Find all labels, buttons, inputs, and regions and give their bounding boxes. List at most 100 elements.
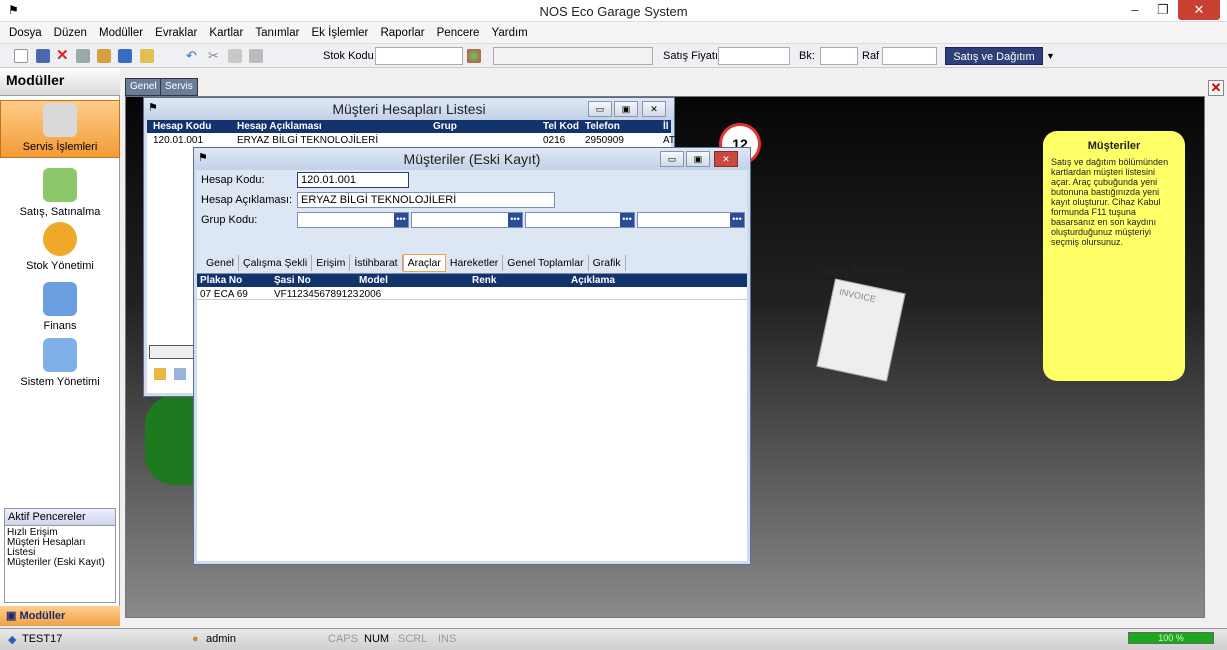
copy-record-icon[interactable]: [174, 368, 186, 380]
card-icon[interactable]: [118, 49, 132, 63]
menu-pencere[interactable]: Pencere: [437, 22, 480, 44]
stok-kodu-input[interactable]: [375, 47, 463, 65]
open-folder-icon[interactable]: [154, 368, 166, 380]
satis-faturasi-title[interactable]: Satış Faturası: [818, 263, 903, 278]
tab-istihbarat[interactable]: İstihbarat: [350, 255, 403, 271]
satis-fiyati-input[interactable]: [718, 47, 790, 65]
col-il[interactable]: İl: [663, 121, 669, 132]
module-servis[interactable]: Servis İşlemleri: [0, 100, 120, 158]
module-stok[interactable]: Stok Yönetimi: [0, 220, 120, 278]
sidebar-footer[interactable]: ▣ Modüller: [0, 606, 120, 626]
close-button[interactable]: ✕: [1178, 0, 1220, 20]
list-close-button[interactable]: ✕: [642, 101, 666, 117]
search-stock-icon[interactable]: [467, 49, 481, 63]
users-icon[interactable]: [97, 49, 111, 63]
save-icon[interactable]: [36, 49, 50, 63]
menu-moduller[interactable]: Modüller: [99, 22, 143, 44]
col-hesap-kodu[interactable]: Hesap Kodu: [153, 121, 211, 132]
table-row[interactable]: 07 ECA 69 VF1123456789123 2006: [197, 288, 747, 300]
module-label: Servis İşlemleri: [22, 141, 98, 153]
chevron-down-icon[interactable]: ▼: [1046, 49, 1060, 63]
menu-evraklar[interactable]: Evraklar: [155, 22, 197, 44]
cell-kod: 120.01.001: [153, 135, 204, 146]
col-hesap-aciklamasi[interactable]: Hesap Açıklaması: [237, 121, 322, 132]
col-renk[interactable]: Renk: [472, 275, 496, 286]
col-grup[interactable]: Grup: [433, 121, 457, 132]
detail-close-button[interactable]: ✕: [714, 151, 738, 167]
stok-aciklama-input[interactable]: [493, 47, 653, 65]
tab-servis[interactable]: Servis: [160, 78, 198, 96]
col-telefon[interactable]: Telefon: [585, 121, 620, 132]
module-satis[interactable]: Satış, Satınalma: [0, 166, 120, 224]
active-windows-panel: Aktif Pencereler Hızlı Erişim Müşteri He…: [4, 508, 116, 603]
active-window-item[interactable]: Müşteriler (Eski Kayıt): [5, 558, 115, 568]
grup-kodu-3-lookup-button[interactable]: •••: [620, 213, 634, 227]
list-icon[interactable]: [140, 49, 154, 63]
menu-dosya[interactable]: Dosya: [9, 22, 42, 44]
folder-icon: [43, 282, 77, 316]
minimize-button[interactable]: –: [1120, 0, 1150, 20]
tab-hareketler[interactable]: Hareketler: [446, 255, 504, 271]
raf-input[interactable]: [882, 47, 937, 65]
module-label: Stok Yönetimi: [26, 260, 94, 272]
col-tel-kod[interactable]: Tel Kod: [543, 121, 579, 132]
module-finans[interactable]: Finans: [0, 280, 120, 338]
grup-kodu-4-lookup-button[interactable]: •••: [730, 213, 744, 227]
detail-body: Hesap Kodu: 120.01.001 Hesap Açıklaması:…: [197, 170, 747, 561]
detail-minimize-button[interactable]: ▭: [660, 151, 684, 167]
delete-icon[interactable]: ✕: [56, 48, 70, 63]
tab-genel-toplamlar[interactable]: Genel Toplamlar: [503, 255, 589, 271]
tab-calisma-sekli[interactable]: Çalışma Şekli: [239, 255, 313, 271]
menu-raporlar[interactable]: Raporlar: [380, 22, 424, 44]
detail-restore-button[interactable]: ▣: [686, 151, 710, 167]
user-icon: ●: [192, 633, 199, 645]
menu-kartlar[interactable]: Kartlar: [209, 22, 243, 44]
menu-tanimlar[interactable]: Tanımlar: [255, 22, 299, 44]
col-model[interactable]: Model: [359, 275, 388, 286]
list-restore-button[interactable]: ▣: [614, 101, 638, 117]
progress-bar: 100 %: [1128, 632, 1214, 644]
note-text: Satış ve dağıtım bölümünden kartlardan m…: [1051, 157, 1169, 247]
tools-icon: [43, 103, 77, 137]
grup-kodu-input-1[interactable]: •••: [297, 212, 409, 228]
grup-kodu-2-lookup-button[interactable]: •••: [508, 213, 522, 227]
horizontal-scrollbar[interactable]: [149, 345, 194, 359]
active-window-item[interactable]: Müşteri Hesapları Listesi: [5, 538, 115, 558]
hesap-aciklamasi-input[interactable]: ERYAZ BİLGİ TEKNOLOJİLERİ: [297, 192, 555, 208]
grup-kodu-input-3[interactable]: •••: [525, 212, 635, 228]
col-sasi-no[interactable]: Şasi No: [274, 275, 311, 286]
list-minimize-button[interactable]: ▭: [588, 101, 612, 117]
tab-genel[interactable]: Genel: [202, 255, 240, 271]
undo-icon[interactable]: ↶: [186, 49, 200, 63]
print-icon[interactable]: [76, 49, 90, 63]
tab-erisim[interactable]: Erişim: [312, 255, 351, 271]
col-aciklama[interactable]: Açıklama: [571, 275, 615, 286]
menu-yardim[interactable]: Yardım: [492, 22, 528, 44]
sidebar-title: Modüller: [0, 68, 120, 96]
tab-grafik[interactable]: Grafik: [589, 255, 626, 271]
col-plaka-no[interactable]: Plaka No: [200, 275, 242, 286]
new-icon[interactable]: [14, 49, 28, 63]
invoice-word: INVOICE: [838, 286, 877, 305]
tab-genel[interactable]: Genel: [125, 78, 162, 96]
table-row[interactable]: 120.01.001 ERYAZ BİLGİ TEKNOLOJİLERİ 021…: [147, 134, 678, 146]
paste-icon[interactable]: [249, 49, 263, 63]
vehicles-grid-header: Plaka No Şasi No Model Renk Açıklama: [197, 274, 747, 287]
cell-plaka: 07 ECA 69: [200, 289, 248, 300]
grup-kodu-input-2[interactable]: •••: [411, 212, 523, 228]
restore-button[interactable]: ❐: [1148, 0, 1178, 20]
user-name: admin: [206, 633, 236, 645]
cut-icon[interactable]: ✂: [208, 49, 222, 63]
close-workspace-icon[interactable]: ✕: [1208, 80, 1224, 96]
menu-ek-islemler[interactable]: Ek İşlemler: [312, 22, 369, 44]
hesap-kodu-input[interactable]: 120.01.001: [297, 172, 409, 188]
satis-fiyati-label: Satış Fiyatı: [663, 50, 719, 62]
grup-kodu-input-4[interactable]: •••: [637, 212, 745, 228]
grup-kodu-1-lookup-button[interactable]: •••: [394, 213, 408, 227]
module-select-button[interactable]: Satış ve Dağıtım: [945, 47, 1043, 65]
bk-input[interactable]: [820, 47, 858, 65]
module-sistem[interactable]: Sistem Yönetimi: [0, 336, 120, 394]
menu-duzen[interactable]: Düzen: [54, 22, 87, 44]
tab-araclar[interactable]: Araçlar: [402, 254, 446, 272]
copy-icon[interactable]: [228, 49, 242, 63]
